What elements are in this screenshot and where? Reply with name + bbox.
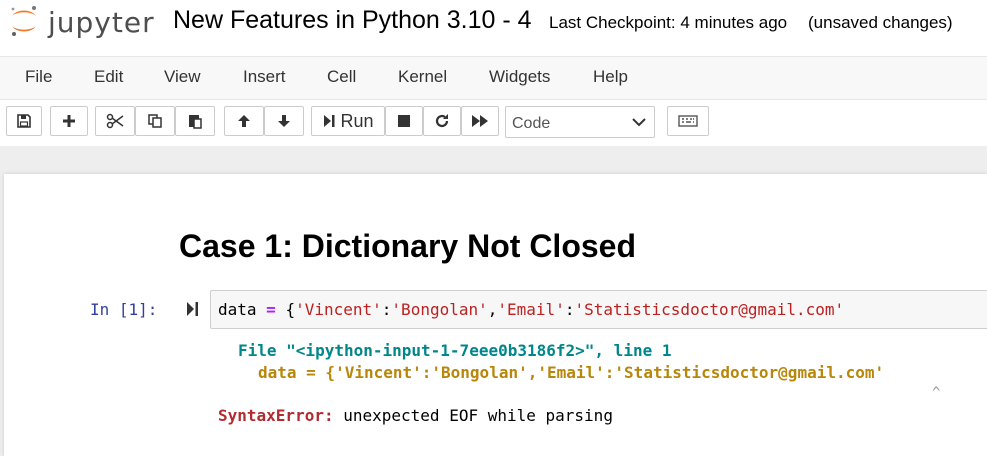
- menu-insert[interactable]: Insert: [243, 67, 286, 87]
- jupyter-logo[interactable]: jupyter: [8, 4, 154, 39]
- code-operator: =: [266, 300, 276, 319]
- chevron-down-icon: [632, 118, 646, 127]
- syntax-error-line: SyntaxError: unexpected EOF while parsin…: [218, 406, 613, 425]
- run-label: Run: [340, 110, 374, 131]
- menu-widgets[interactable]: Widgets: [489, 67, 550, 87]
- jupyter-logo-icon: [11, 6, 36, 36]
- toolbar: Run: [0, 100, 987, 146]
- restart-run-all-button[interactable]: [461, 106, 499, 136]
- command-palette-button[interactable]: [667, 106, 709, 136]
- code-value-2: 'Statisticsdoctor@gmail.com': [574, 300, 845, 319]
- run-button[interactable]: Run: [311, 106, 385, 136]
- error-message: unexpected EOF while parsing: [333, 406, 613, 425]
- save-icon: [17, 114, 31, 128]
- notebook-header: jupyter New Features in Python 3.10 - 4 …: [0, 0, 987, 44]
- code-value-1: 'Bongolan': [391, 300, 488, 319]
- restart-icon: [435, 114, 449, 128]
- unsaved-indicator: (unsaved changes): [808, 13, 953, 32]
- checkpoint-status: Last Checkpoint: 4 minutes ago: [549, 13, 788, 32]
- paste-icon: [189, 115, 202, 129]
- insert-cell-button[interactable]: [50, 106, 88, 136]
- input-prompt: In [1]:: [90, 300, 158, 319]
- run-icon: [324, 115, 335, 127]
- menu-edit[interactable]: Edit: [94, 67, 123, 87]
- error-name: SyntaxError:: [218, 406, 334, 425]
- code-comma: ,: [487, 300, 498, 319]
- move-down-button[interactable]: [264, 106, 304, 136]
- menu-file[interactable]: File: [25, 67, 52, 87]
- menu-view[interactable]: View: [164, 67, 201, 87]
- stop-icon: [398, 115, 410, 127]
- plus-icon: [63, 115, 75, 127]
- arrow-up-icon: [238, 115, 250, 127]
- copy-button[interactable]: [135, 106, 175, 136]
- copy-icon: [148, 114, 162, 128]
- code-colon-1: :: [381, 300, 392, 319]
- cut-icon: [106, 113, 124, 129]
- move-up-button[interactable]: [224, 106, 264, 136]
- cell-type-select[interactable]: Code: [505, 106, 655, 138]
- arrow-down-icon: [278, 115, 290, 127]
- code-var: data: [218, 300, 267, 319]
- keyboard-icon: [678, 115, 698, 127]
- cut-button[interactable]: [95, 106, 135, 136]
- code-brace: {: [275, 300, 296, 319]
- restart-button[interactable]: [423, 106, 461, 136]
- interrupt-button[interactable]: [385, 106, 423, 136]
- traceback-code-line: data = {'Vincent':'Bongolan','Email':'St…: [258, 363, 885, 382]
- traceback-file-line: File "<ipython-input-1-7eee0b3186f2>", l…: [238, 341, 672, 360]
- notebook-title[interactable]: New Features in Python 3.10 - 4: [173, 6, 532, 35]
- code-key-2: 'Email': [497, 300, 565, 319]
- menu-cell[interactable]: Cell: [327, 67, 356, 87]
- logo-text: jupyter: [48, 6, 155, 39]
- save-button[interactable]: [6, 106, 42, 136]
- run-cell-icon[interactable]: [186, 300, 200, 318]
- menu-help[interactable]: Help: [593, 67, 628, 87]
- code-cell-input[interactable]: data = {'Vincent':'Bongolan','Email':'St…: [210, 290, 987, 329]
- menu-kernel[interactable]: Kernel: [398, 67, 447, 87]
- traceback-caret: ^: [932, 385, 941, 401]
- menu-bar: File Edit View Insert Cell Kernel Widget…: [0, 56, 987, 100]
- markdown-heading[interactable]: Case 1: Dictionary Not Closed: [179, 228, 636, 265]
- fast-forward-icon: [472, 115, 488, 127]
- cell-type-value: Code: [512, 115, 551, 132]
- paste-button[interactable]: [175, 106, 215, 136]
- code-line: data = {'Vincent':'Bongolan','Email':'St…: [218, 300, 844, 319]
- code-key-1: 'Vincent': [295, 300, 382, 319]
